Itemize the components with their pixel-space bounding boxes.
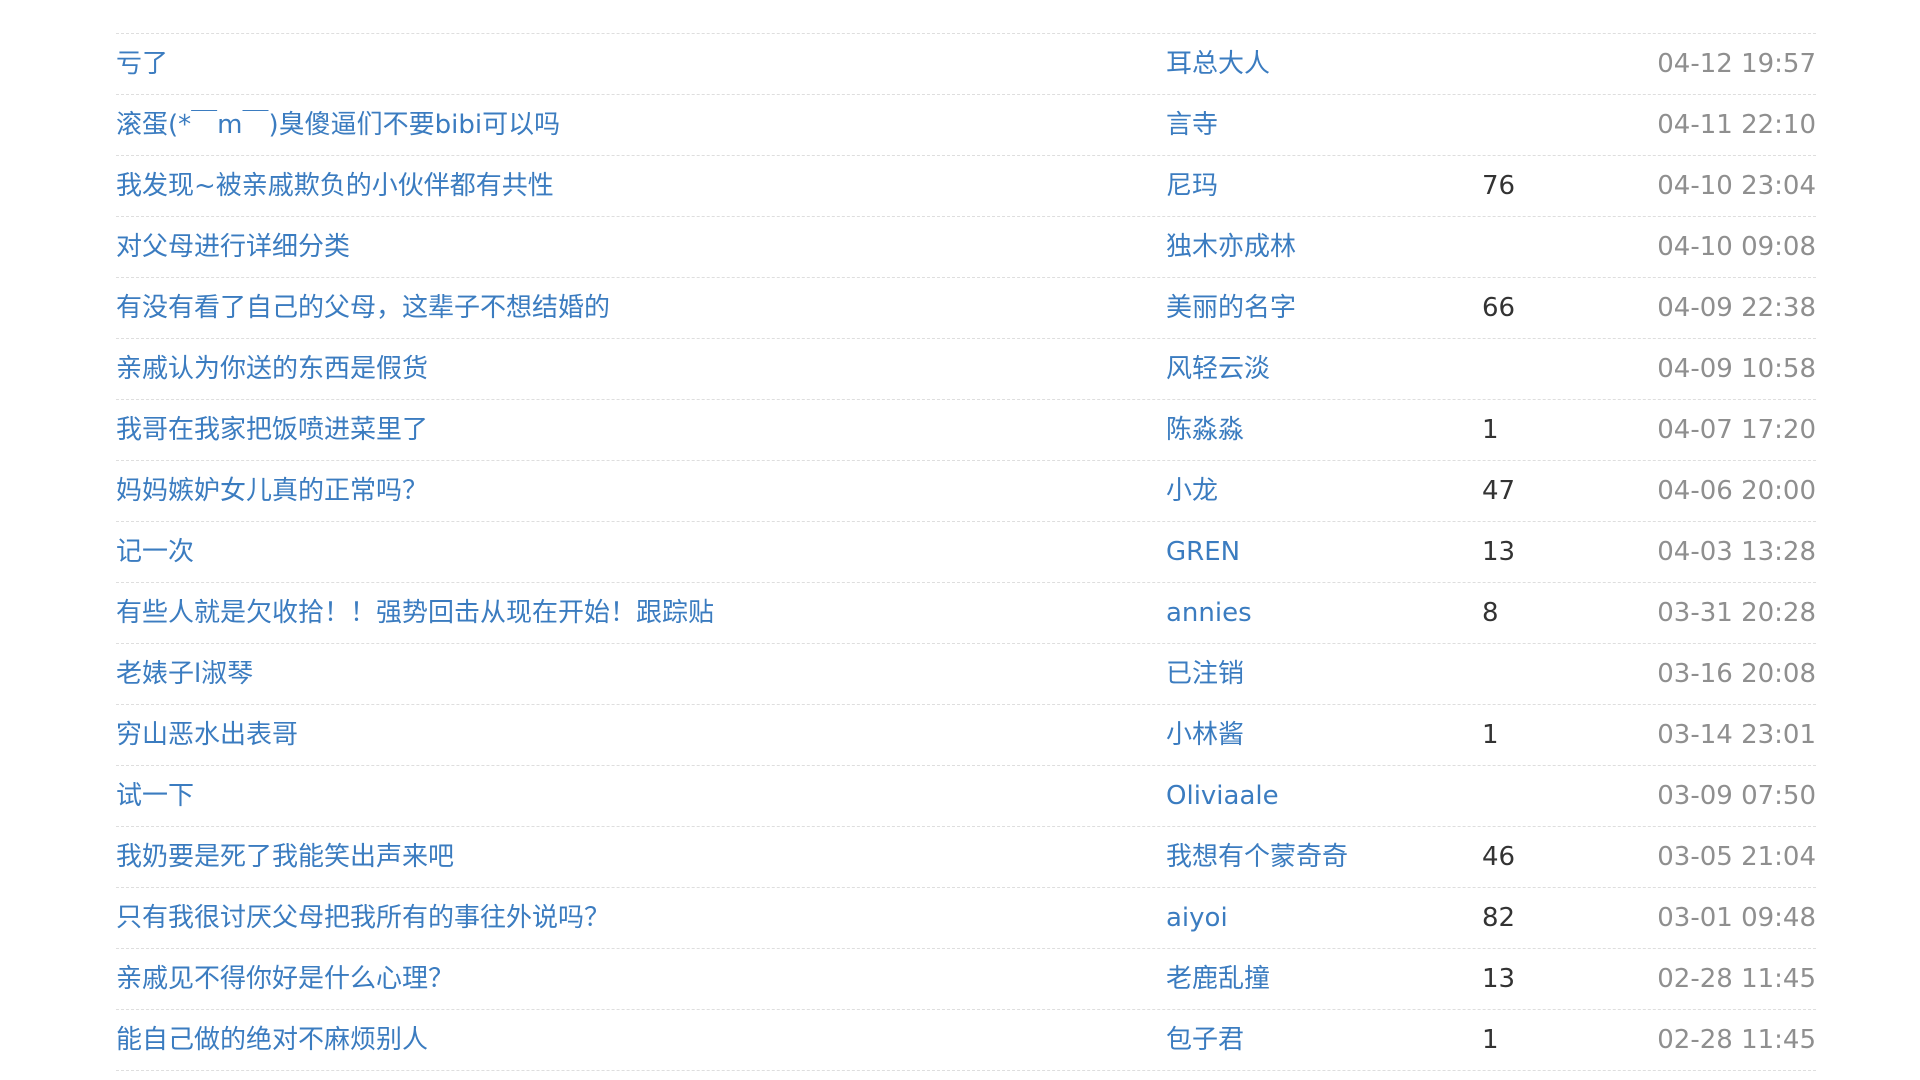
topic-timestamp: 04-10 23:04 <box>1657 171 1816 201</box>
topic-reply-count: 47 <box>1482 476 1516 506</box>
topic-row: 亏了 耳总大人 04-12 19:57 <box>116 34 1816 95</box>
topic-timestamp: 02-28 11:45 <box>1657 1025 1816 1055</box>
topic-author-link[interactable]: 已注销 <box>1166 644 1244 704</box>
topic-title-link[interactable]: 我奶要是死了我能笑出声来吧 <box>116 827 454 887</box>
topic-title-link[interactable]: 能自己做的绝对不麻烦别人 <box>116 1010 428 1070</box>
topic-reply-count: 76 <box>1482 171 1516 201</box>
topic-row: 亲戚见不得你好是什么心理？ 老鹿乱撞 13 02-28 11:45 <box>116 949 1816 1010</box>
topic-reply-count: 1 <box>1482 720 1499 750</box>
topic-title-link[interactable]: 有些人就是欠收拾！！强势回击从现在开始！跟踪贴 <box>116 583 714 643</box>
topic-reply-count: 46 <box>1482 842 1516 872</box>
topic-timestamp: 04-07 17:20 <box>1657 415 1816 445</box>
topic-reply-count: 8 <box>1482 598 1499 628</box>
topic-author-link[interactable]: 陈淼淼 <box>1166 400 1244 460</box>
topic-author-link[interactable]: 尼玛 <box>1166 156 1218 216</box>
topic-reply-count: 13 <box>1482 537 1516 567</box>
topic-timestamp: 04-12 19:57 <box>1657 49 1816 79</box>
topic-title-link[interactable]: 对父母进行详细分类 <box>116 217 350 277</box>
topic-row: 有没有看了自己的父母，这辈子不想结婚的 美丽的名字 66 04-09 22:38 <box>116 278 1816 339</box>
topic-row: 亲戚认为你送的东西是假货 风轻云淡 04-09 10:58 <box>116 339 1816 400</box>
topic-timestamp: 03-01 09:48 <box>1657 903 1816 933</box>
topic-author-link[interactable]: 耳总大人 <box>1166 34 1270 94</box>
topic-author-link[interactable]: 小林酱 <box>1166 705 1244 765</box>
topic-author-link[interactable]: 言寺 <box>1166 95 1218 155</box>
topic-timestamp: 04-11 22:10 <box>1657 110 1816 140</box>
topic-row: 记一次 GREN 13 04-03 13:28 <box>116 522 1816 583</box>
topic-row: 穷山恶水出表哥 小林酱 1 03-14 23:01 <box>116 705 1816 766</box>
topic-timestamp: 03-09 07:50 <box>1657 781 1816 811</box>
topic-row: 我奶要是死了我能笑出声来吧 我想有个蒙奇奇 46 03-05 21:04 <box>116 827 1816 888</box>
topic-title-link[interactable]: 只有我很讨厌父母把我所有的事往外说吗？ <box>116 888 610 948</box>
topic-author-link[interactable]: 小龙 <box>1166 461 1218 521</box>
topic-reply-count: 1 <box>1482 1025 1499 1055</box>
topic-author-link[interactable]: 风轻云淡 <box>1166 339 1270 399</box>
topic-title-link[interactable]: 妈妈嫉妒女儿真的正常吗？ <box>116 461 428 521</box>
topic-timestamp: 03-14 23:01 <box>1657 720 1816 750</box>
topic-title-link[interactable]: 穷山恶水出表哥 <box>116 705 298 765</box>
topic-title-link[interactable]: 我发现~被亲戚欺负的小伙伴都有共性 <box>116 156 554 216</box>
topic-title-link[interactable]: 亏了 <box>116 34 168 94</box>
topic-title-link[interactable]: 滚蛋(*￣m￣)臭傻逼们不要bibi可以吗 <box>116 95 560 155</box>
topic-row: 对父母进行详细分类 独木亦成林 04-10 09:08 <box>116 217 1816 278</box>
topic-reply-count: 82 <box>1482 903 1516 933</box>
topic-row: 我发现~被亲戚欺负的小伙伴都有共性 尼玛 76 04-10 23:04 <box>116 156 1816 217</box>
topic-row: 我哥在我家把饭喷进菜里了 陈淼淼 1 04-07 17:20 <box>116 400 1816 461</box>
topic-row: 有些人就是欠收拾！！强势回击从现在开始！跟踪贴 annies 8 03-31 2… <box>116 583 1816 644</box>
topic-author-link[interactable]: 美丽的名字 <box>1166 278 1296 338</box>
topic-author-link[interactable]: annies <box>1166 583 1252 643</box>
topic-row: 只有我很讨厌父母把我所有的事往外说吗？ aiyoi 82 03-01 09:48 <box>116 888 1816 949</box>
topic-title-link[interactable]: 我哥在我家把饭喷进菜里了 <box>116 400 428 460</box>
topic-title-link[interactable]: 亲戚认为你送的东西是假货 <box>116 339 428 399</box>
topic-author-link[interactable]: 我想有个蒙奇奇 <box>1166 827 1348 887</box>
topic-row: 试一下 Oliviaale 03-09 07:50 <box>116 766 1816 827</box>
topic-list: 亏了 耳总大人 04-12 19:57 滚蛋(*￣m￣)臭傻逼们不要bibi可以… <box>116 33 1816 1071</box>
topic-timestamp: 02-28 11:45 <box>1657 964 1816 994</box>
topic-timestamp: 03-31 20:28 <box>1657 598 1816 628</box>
topic-title-link[interactable]: 试一下 <box>116 766 194 826</box>
topic-timestamp: 04-10 09:08 <box>1657 232 1816 262</box>
topic-title-link[interactable]: 亲戚见不得你好是什么心理？ <box>116 949 454 1009</box>
topic-author-link[interactable]: 独木亦成林 <box>1166 217 1296 277</box>
topic-title-link[interactable]: 记一次 <box>116 522 194 582</box>
topic-timestamp: 04-06 20:00 <box>1657 476 1816 506</box>
topic-title-link[interactable]: 老婊子l淑琴 <box>116 644 253 704</box>
topic-row: 滚蛋(*￣m￣)臭傻逼们不要bibi可以吗 言寺 04-11 22:10 <box>116 95 1816 156</box>
topic-timestamp: 04-09 10:58 <box>1657 354 1816 384</box>
topic-timestamp: 04-03 13:28 <box>1657 537 1816 567</box>
topic-timestamp: 03-16 20:08 <box>1657 659 1816 689</box>
topic-timestamp: 03-05 21:04 <box>1657 842 1816 872</box>
topic-title-link[interactable]: 有没有看了自己的父母，这辈子不想结婚的 <box>116 278 610 338</box>
topic-author-link[interactable]: Oliviaale <box>1166 766 1279 826</box>
topic-author-link[interactable]: aiyoi <box>1166 888 1228 948</box>
topic-row: 能自己做的绝对不麻烦别人 包子君 1 02-28 11:45 <box>116 1010 1816 1071</box>
topic-author-link[interactable]: GREN <box>1166 522 1240 582</box>
topic-reply-count: 66 <box>1482 293 1516 323</box>
topic-author-link[interactable]: 包子君 <box>1166 1010 1244 1070</box>
topic-row: 妈妈嫉妒女儿真的正常吗？ 小龙 47 04-06 20:00 <box>116 461 1816 522</box>
topic-row: 老婊子l淑琴 已注销 03-16 20:08 <box>116 644 1816 705</box>
topic-reply-count: 1 <box>1482 415 1499 445</box>
topic-timestamp: 04-09 22:38 <box>1657 293 1816 323</box>
topic-author-link[interactable]: 老鹿乱撞 <box>1166 949 1270 1009</box>
topic-reply-count: 13 <box>1482 964 1516 994</box>
